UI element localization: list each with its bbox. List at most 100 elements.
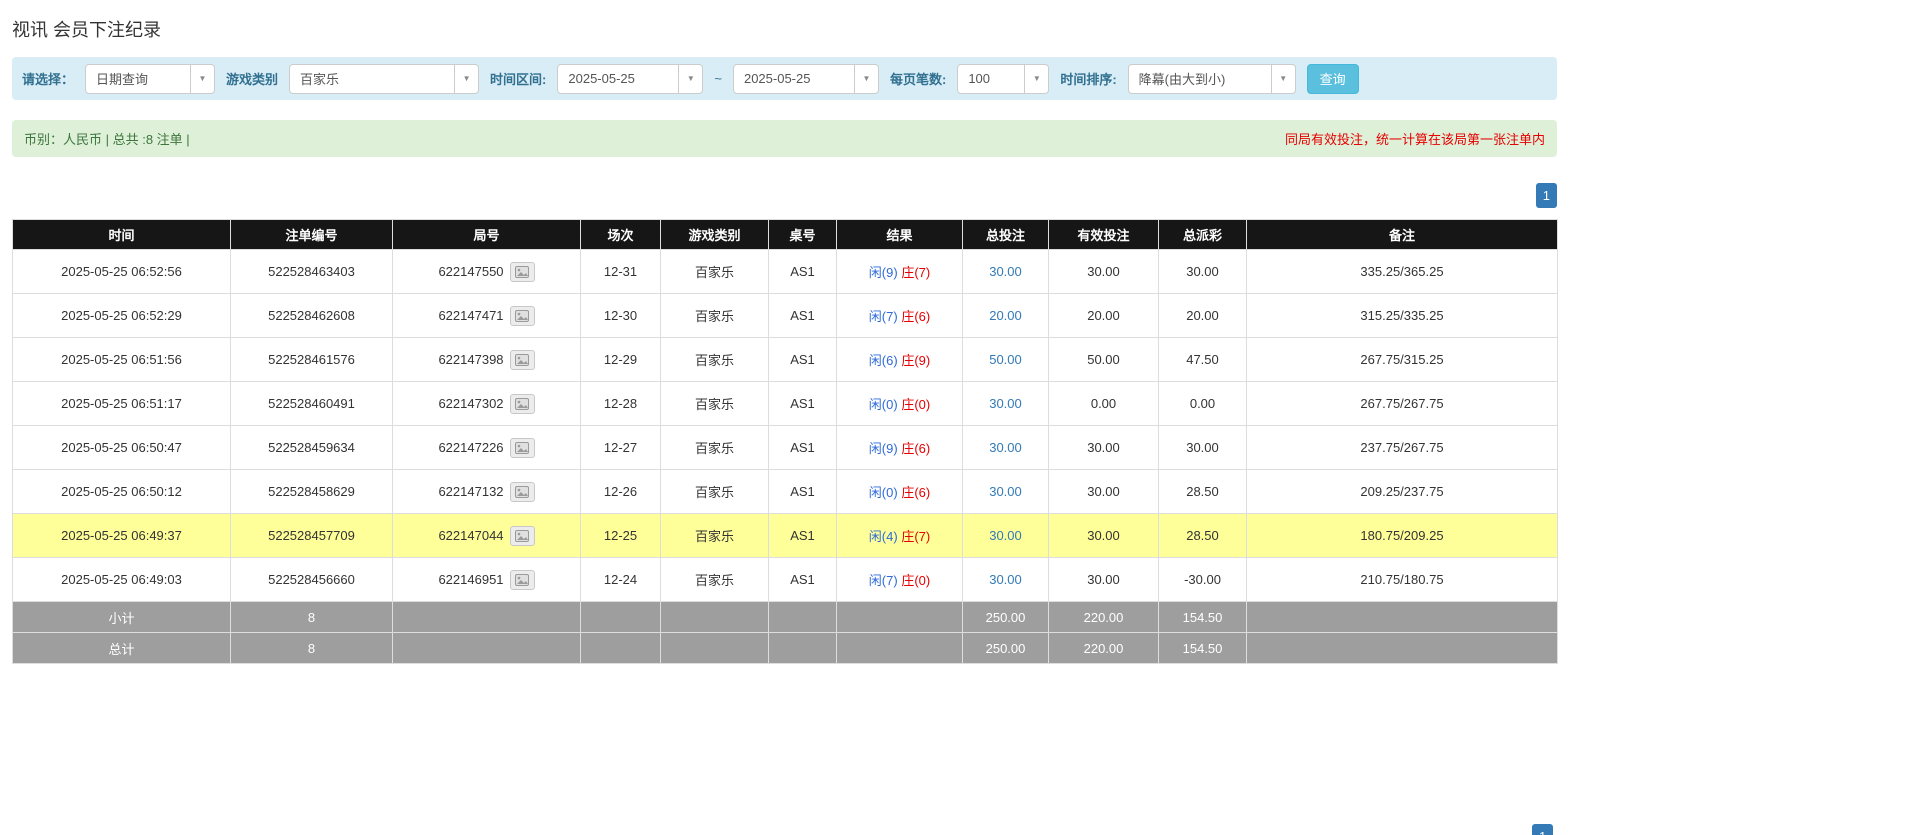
- column-header: 时间: [13, 220, 231, 250]
- game-type-select[interactable]: 百家乐 ▼: [289, 64, 479, 94]
- game-type-value: 百家乐: [290, 65, 454, 93]
- result-banker: 庄(0): [901, 397, 930, 412]
- same-round-notice-text: 同局有效投注，统一计算在该局第一张注单内: [1285, 129, 1545, 148]
- currency-total-text: 币别：人民币 | 总共 :8 注单 |: [24, 129, 190, 148]
- game-type-label: 游戏类别: [226, 69, 278, 88]
- chevron-down-icon[interactable]: ▼: [678, 65, 702, 93]
- cell-note: 209.25/237.75: [1247, 470, 1558, 514]
- total-bet-link[interactable]: 30.00: [989, 528, 1022, 543]
- column-header: 桌号: [769, 220, 837, 250]
- cell-round-id: 622147398: [393, 338, 581, 382]
- cell-result: 闲(9) 庄(7): [837, 250, 963, 294]
- result-banker: 庄(7): [901, 265, 930, 280]
- cell-valid-bet: 30.00: [1049, 558, 1159, 602]
- cell-time: 2025-05-25 06:50:47: [13, 426, 231, 470]
- cell-round-id: 622146951: [393, 558, 581, 602]
- column-header: 总派彩: [1159, 220, 1247, 250]
- cell-time: 2025-05-25 06:49:37: [13, 514, 231, 558]
- result-player: 闲(0): [869, 485, 898, 500]
- cell-table-no: AS1: [769, 294, 837, 338]
- query-type-select[interactable]: 日期查询 ▼: [85, 64, 215, 94]
- cell-valid-bet: 30.00: [1049, 250, 1159, 294]
- cell-bet-id: 522528457709: [231, 514, 393, 558]
- cell-total-bet: 50.00: [963, 338, 1049, 382]
- query-type-value: 日期查询: [86, 65, 190, 93]
- total-bet-link[interactable]: 30.00: [989, 572, 1022, 587]
- cell-bet-id: 522528460491: [231, 382, 393, 426]
- total-label: 总计: [13, 633, 231, 664]
- pagination-page-1[interactable]: 1: [1536, 183, 1557, 208]
- cell-round-id: 622147550: [393, 250, 581, 294]
- chevron-down-icon[interactable]: ▼: [190, 65, 214, 93]
- video-preview-icon[interactable]: [510, 570, 535, 590]
- chevron-down-icon[interactable]: ▼: [1024, 65, 1048, 93]
- cell-bet-id: 522528459634: [231, 426, 393, 470]
- cell-note: 315.25/335.25: [1247, 294, 1558, 338]
- cell-game-type: 百家乐: [661, 470, 769, 514]
- total-bet-link[interactable]: 50.00: [989, 352, 1022, 367]
- cell-valid-bet: 0.00: [1049, 382, 1159, 426]
- total-bet-link[interactable]: 20.00: [989, 308, 1022, 323]
- cell-bet-id: 522528458629: [231, 470, 393, 514]
- column-header: 结果: [837, 220, 963, 250]
- result-banker: 庄(9): [901, 353, 930, 368]
- chevron-down-icon[interactable]: ▼: [1271, 65, 1295, 93]
- cell-payout: 30.00: [1159, 426, 1247, 470]
- date-to-select[interactable]: 2025-05-25 ▼: [733, 64, 879, 94]
- cell-round-id: 622147226: [393, 426, 581, 470]
- cell-bet-id: 522528463403: [231, 250, 393, 294]
- video-preview-icon[interactable]: [510, 482, 535, 502]
- video-preview-icon[interactable]: [510, 262, 535, 282]
- result-player: 闲(9): [869, 265, 898, 280]
- cell-valid-bet: 50.00: [1049, 338, 1159, 382]
- total-total-bet: 250.00: [963, 633, 1049, 664]
- round-number: 622147044: [438, 528, 503, 543]
- round-number: 622147302: [438, 396, 503, 411]
- subtotal-count: 8: [231, 602, 393, 633]
- video-preview-icon[interactable]: [510, 526, 535, 546]
- video-preview-icon[interactable]: [510, 438, 535, 458]
- subtotal-payout: 154.50: [1159, 602, 1247, 633]
- date-to-value: 2025-05-25: [734, 65, 854, 93]
- time-sort-select[interactable]: 降幕(由大到小) ▼: [1128, 64, 1296, 94]
- column-header: 备注: [1247, 220, 1558, 250]
- total-bet-link[interactable]: 30.00: [989, 484, 1022, 499]
- cell-payout: 20.00: [1159, 294, 1247, 338]
- page-title: 视讯 会员下注纪录: [12, 0, 1557, 42]
- video-preview-icon[interactable]: [510, 306, 535, 326]
- cell-session: 12-30: [581, 294, 661, 338]
- cell-result: 闲(0) 庄(0): [837, 382, 963, 426]
- total-bet-link[interactable]: 30.00: [989, 264, 1022, 279]
- cell-table-no: AS1: [769, 426, 837, 470]
- subtotal-total-bet: 250.00: [963, 602, 1049, 633]
- cell-valid-bet: 20.00: [1049, 294, 1159, 338]
- cell-total-bet: 30.00: [963, 470, 1049, 514]
- query-button[interactable]: 查询: [1307, 64, 1359, 94]
- cell-round-id: 622147471: [393, 294, 581, 338]
- cell-note: 335.25/365.25: [1247, 250, 1558, 294]
- cell-valid-bet: 30.00: [1049, 426, 1159, 470]
- result-banker: 庄(0): [901, 573, 930, 588]
- video-preview-icon[interactable]: [510, 394, 535, 414]
- cell-session: 12-31: [581, 250, 661, 294]
- betting-records-page: 视讯 会员下注纪录 请选择： 日期查询 ▼ 游戏类别 百家乐 ▼ 时间区间: 2…: [0, 0, 1919, 835]
- cell-session: 12-25: [581, 514, 661, 558]
- date-from-select[interactable]: 2025-05-25 ▼: [557, 64, 703, 94]
- total-bet-link[interactable]: 30.00: [989, 440, 1022, 455]
- cell-payout: -30.00: [1159, 558, 1247, 602]
- summary-bar: 币别：人民币 | 总共 :8 注单 | 同局有效投注，统一计算在该局第一张注单内: [12, 120, 1557, 157]
- pagination-page-1-bottom[interactable]: 1: [1532, 824, 1553, 835]
- date-from-value: 2025-05-25: [558, 65, 678, 93]
- total-bet-link[interactable]: 30.00: [989, 396, 1022, 411]
- range-separator: ~: [714, 71, 722, 86]
- cell-total-bet: 30.00: [963, 558, 1049, 602]
- subtotal-valid-bet: 220.00: [1049, 602, 1159, 633]
- chevron-down-icon[interactable]: ▼: [454, 65, 478, 93]
- chevron-down-icon[interactable]: ▼: [854, 65, 878, 93]
- result-player: 闲(7): [869, 309, 898, 324]
- video-preview-icon[interactable]: [510, 350, 535, 370]
- cell-game-type: 百家乐: [661, 558, 769, 602]
- cell-time: 2025-05-25 06:50:12: [13, 470, 231, 514]
- page-size-select[interactable]: 100 ▼: [957, 64, 1049, 94]
- column-header: 注单编号: [231, 220, 393, 250]
